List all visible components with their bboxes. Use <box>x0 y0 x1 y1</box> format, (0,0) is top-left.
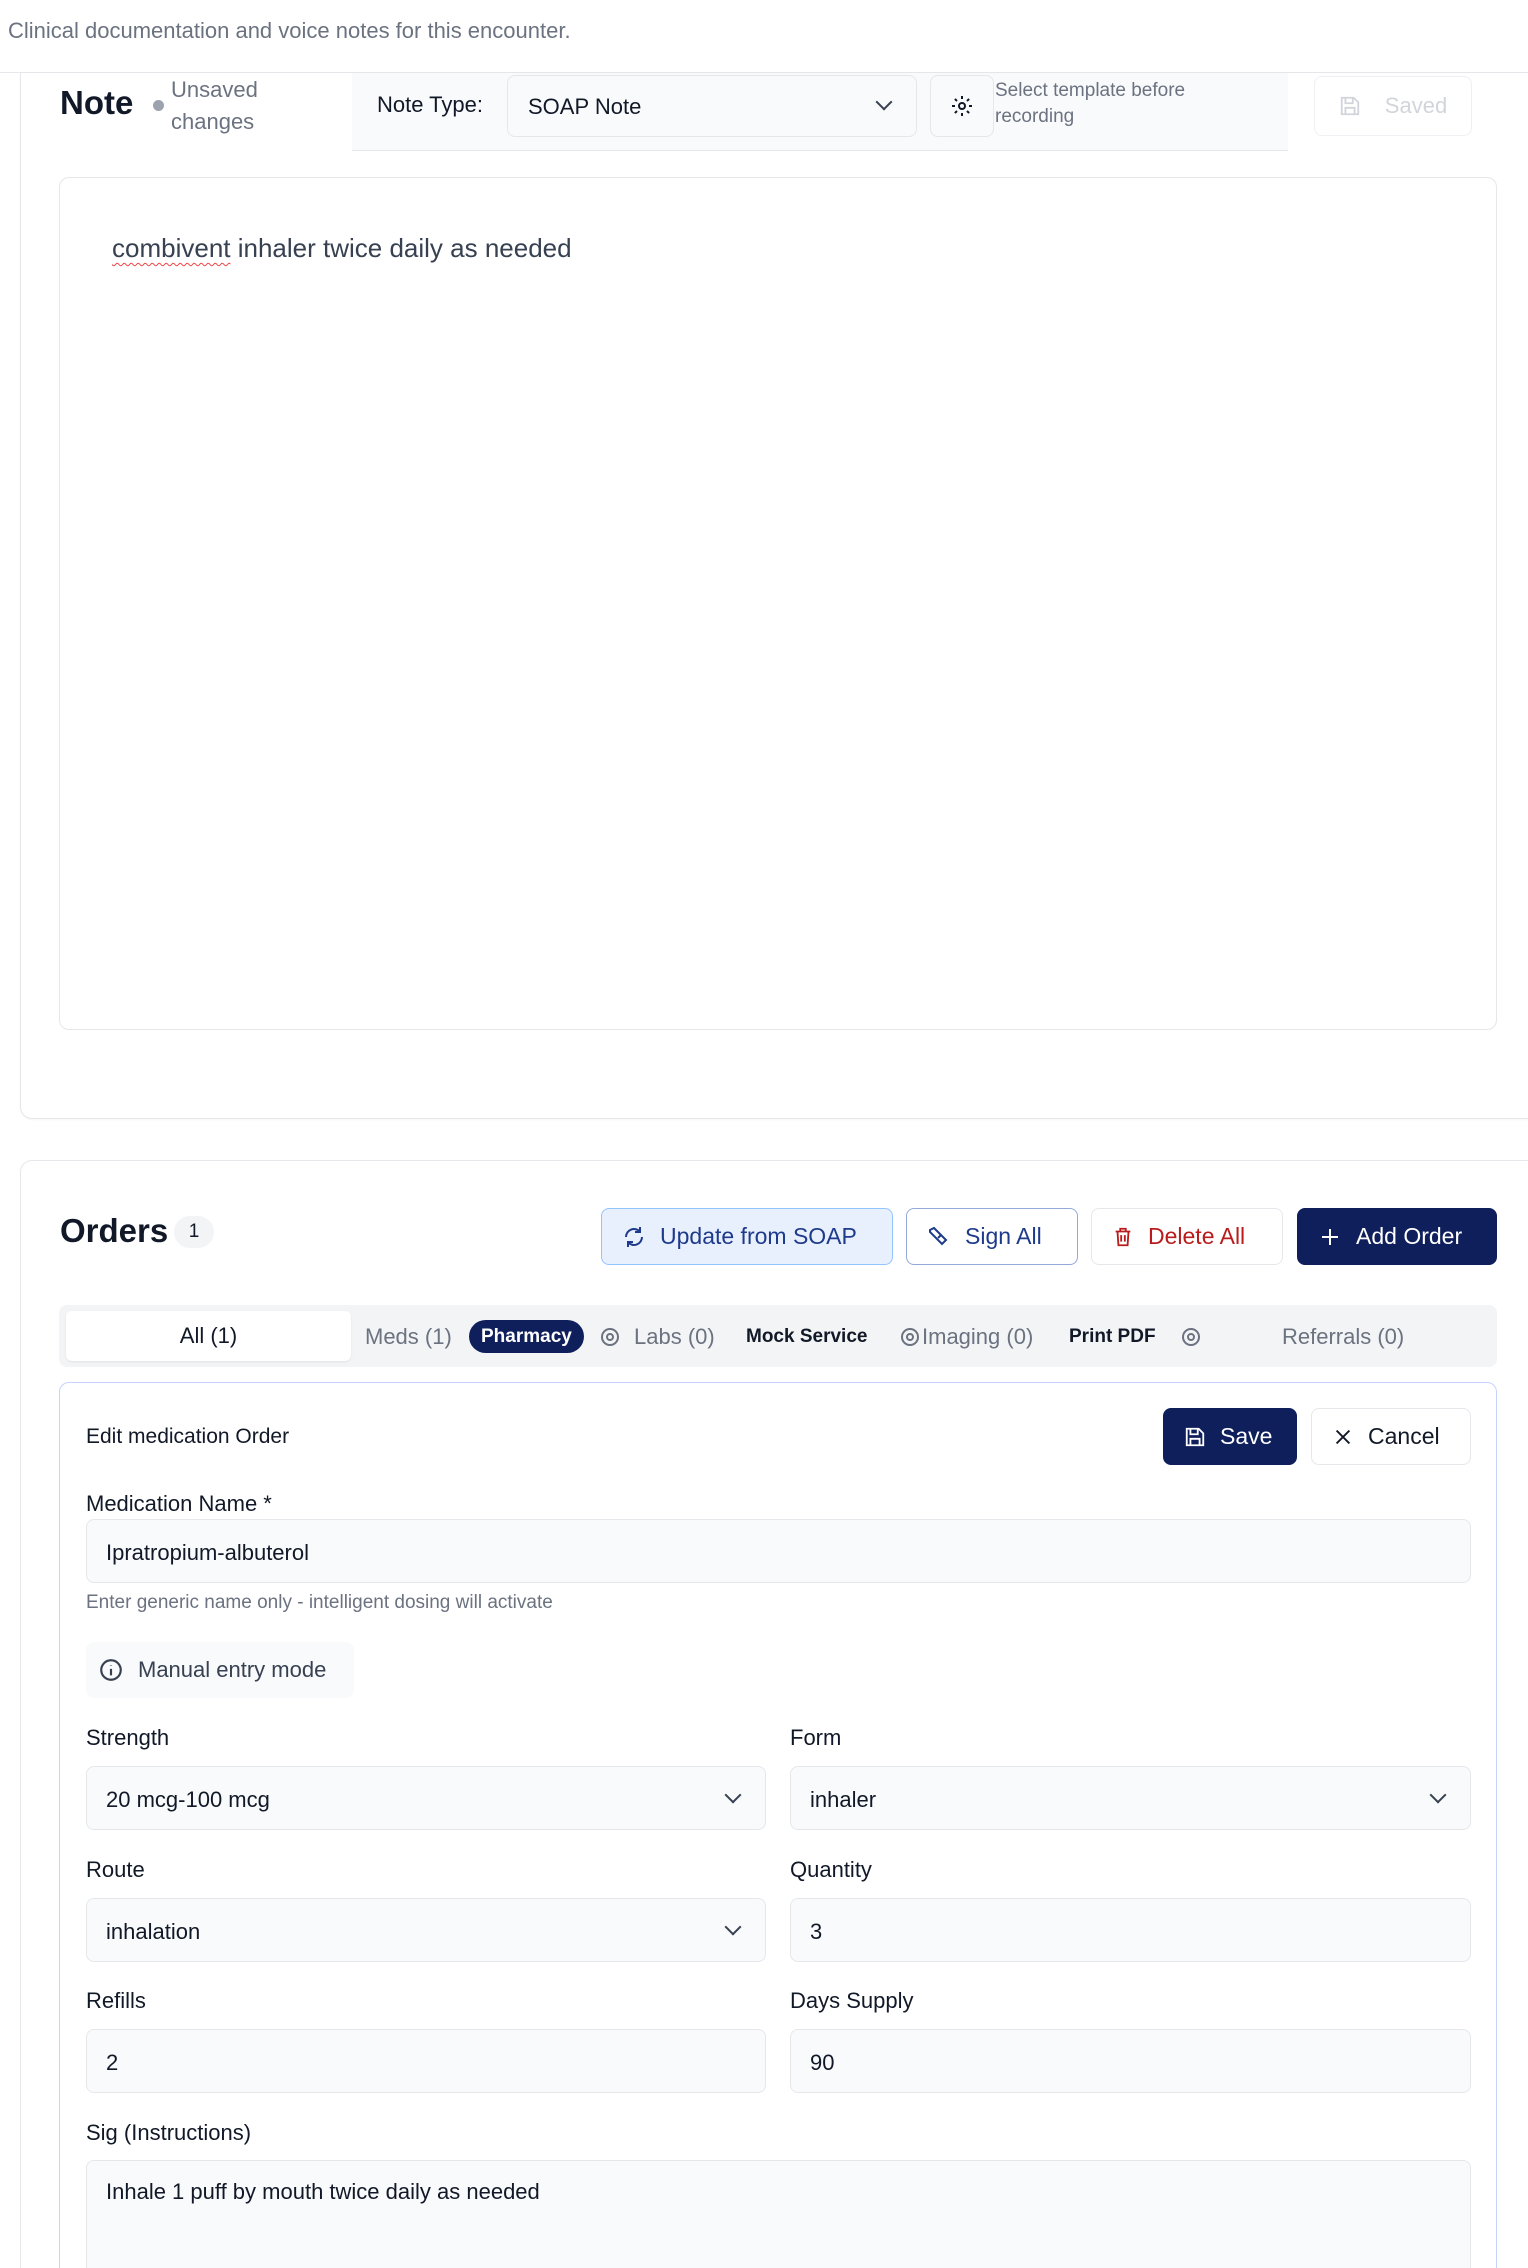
form-select[interactable]: inhaler <box>790 1766 1471 1830</box>
refills-label: Refills <box>86 1988 146 2013</box>
chevron-down-icon <box>875 93 893 111</box>
saved-label: Saved <box>1384 93 1448 118</box>
save-icon <box>1185 1427 1205 1446</box>
tab-meds[interactable]: Meds (1) <box>365 1324 452 1350</box>
close-icon <box>1335 1429 1351 1444</box>
quantity-value: 3 <box>810 1919 823 1944</box>
days-supply-label: Days Supply <box>790 1988 914 2013</box>
update-from-soap-button[interactable]: Update from SOAP <box>601 1208 893 1265</box>
route-value: inhalation <box>106 1919 201 1944</box>
medication-name-field[interactable]: Ipratropium-albuterol <box>86 1519 1471 1583</box>
chevron-down-icon <box>724 1786 742 1804</box>
edit-order-title: Edit medication Order <box>86 1425 290 1448</box>
template-hint: Select template before recording <box>995 80 1186 127</box>
orders-title: Orders <box>60 1212 169 1249</box>
template-settings-button[interactable] <box>930 75 994 137</box>
gear-icon[interactable] <box>1179 1325 1203 1349</box>
cancel-label: Cancel <box>1368 1423 1440 1449</box>
form-value: inhaler <box>810 1787 877 1812</box>
days-supply-field[interactable]: 90 <box>790 2029 1471 2093</box>
tab-all[interactable]: All (1) <box>66 1311 351 1361</box>
cancel-button[interactable]: Cancel <box>1311 1408 1471 1465</box>
tab-mock-service[interactable]: Mock Service <box>746 1326 867 1348</box>
sig-label: Sig (Instructions) <box>86 2120 252 2145</box>
manual-entry-label: Manual entry mode <box>138 1657 327 1682</box>
medication-name-value: Ipratropium-albuterol <box>106 1540 309 1565</box>
page-subtitle: Clinical documentation and voice notes f… <box>8 18 571 43</box>
save-label: Save <box>1220 1423 1273 1449</box>
note-editor[interactable] <box>59 177 1497 1030</box>
form-label: Form <box>790 1725 842 1750</box>
print-pdf-button[interactable]: Print PDF <box>1069 1326 1156 1348</box>
note-content: combivent inhaler twice daily as needed <box>112 233 572 264</box>
strength-label: Strength <box>86 1725 170 1750</box>
note-content-rest: inhaler twice daily as needed <box>230 233 572 263</box>
misspelled-word: combivent <box>112 233 231 263</box>
quantity-label: Quantity <box>790 1857 872 1882</box>
medication-help-text: Enter generic name only - intelligent do… <box>86 1592 553 1613</box>
note-type-value: SOAP Note <box>528 94 642 119</box>
strength-value: 20 mcg-100 mcg <box>106 1787 270 1812</box>
delete-all-button[interactable]: Delete All <box>1091 1208 1283 1265</box>
saved-button[interactable]: Saved <box>1314 76 1472 136</box>
trash-icon <box>1115 1227 1131 1246</box>
plus-icon <box>1322 1228 1338 1245</box>
tab-referrals[interactable]: Referrals (0) <box>1282 1324 1404 1350</box>
sign-label: Sign All <box>965 1223 1042 1249</box>
sign-all-button[interactable]: Sign All <box>906 1208 1078 1265</box>
gear-icon[interactable] <box>898 1325 922 1349</box>
top-bar: Clinical documentation and voice notes f… <box>0 0 1528 73</box>
add-order-button[interactable]: Add Order <box>1297 1208 1497 1265</box>
refills-field[interactable]: 2 <box>86 2029 766 2093</box>
add-order-label: Add Order <box>1356 1223 1463 1249</box>
unsaved-status: Unsaved changes <box>171 77 258 134</box>
gear-icon[interactable] <box>598 1325 622 1349</box>
unsaved-indicator-dot <box>153 100 164 111</box>
info-icon <box>100 1659 122 1681</box>
pen-icon <box>929 1226 948 1245</box>
refills-value: 2 <box>106 2050 119 2075</box>
note-title: Note <box>60 84 134 121</box>
sig-textarea[interactable]: Inhale 1 puff by mouth twice daily as ne… <box>86 2160 1471 2268</box>
note-type-label: Note Type: <box>377 92 483 117</box>
chevron-down-icon <box>1429 1786 1447 1804</box>
refresh-icon <box>625 1226 643 1247</box>
gear-icon <box>952 96 972 116</box>
note-type-select[interactable]: SOAP Note <box>507 75 917 137</box>
sig-value: Inhale 1 puff by mouth twice daily as ne… <box>106 2179 540 2204</box>
update-label: Update from SOAP <box>660 1223 857 1249</box>
save-icon <box>1340 96 1359 116</box>
strength-select[interactable]: 20 mcg-100 mcg <box>86 1766 766 1830</box>
delete-label: Delete All <box>1148 1223 1246 1249</box>
manual-entry-mode-badge: Manual entry mode <box>86 1642 354 1698</box>
medication-name-label: Medication Name * <box>86 1491 272 1516</box>
route-label: Route <box>86 1857 145 1882</box>
tab-labs[interactable]: Labs (0) <box>634 1324 715 1350</box>
route-select[interactable]: inhalation <box>86 1898 766 1962</box>
pharmacy-badge[interactable]: Pharmacy <box>469 1320 584 1353</box>
tab-imaging[interactable]: Imaging (0) <box>922 1324 1033 1350</box>
save-button[interactable]: Save <box>1163 1408 1297 1465</box>
days-supply-value: 90 <box>810 2050 835 2075</box>
chevron-down-icon <box>724 1918 742 1936</box>
quantity-field[interactable]: 3 <box>790 1898 1471 1962</box>
orders-count-badge: 1 <box>174 1216 214 1248</box>
